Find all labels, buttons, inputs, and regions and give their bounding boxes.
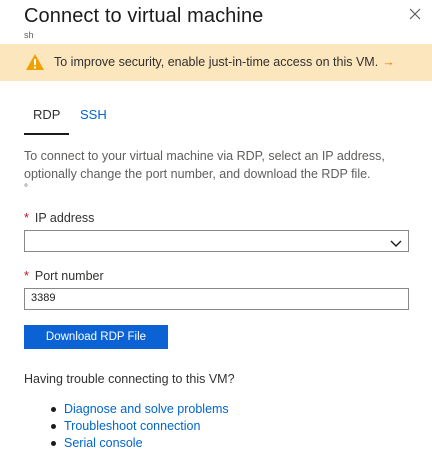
required-marker: * [24,269,29,283]
port-number-label: * Port number [24,269,104,283]
page-title: Connect to virtual machine [24,5,264,27]
banner-message: To improve security, enable just-in-time… [54,55,395,69]
tab-ssh[interactable]: SSH [69,107,107,129]
rdp-description: To connect to your virtual machine via R… [24,149,385,181]
serial-console-link[interactable]: Serial console [64,436,143,450]
tab-rdp[interactable]: RDP [24,107,69,135]
ip-address-select[interactable] [24,230,409,252]
port-number-label-text: Port number [34,269,104,283]
chevron-down-icon [390,236,402,247]
bullet-icon [51,424,56,429]
page-subtitle: sh [24,30,34,40]
warning-icon [25,53,45,71]
trouble-heading: Having trouble connecting to this VM? [24,372,235,386]
arrow-right-icon[interactable]: → [382,55,395,69]
bullet-icon [51,441,56,446]
bullet-icon [51,407,56,412]
download-rdp-button[interactable]: Download RDP File [24,325,168,349]
ip-address-label-text: IP address [34,211,95,225]
close-icon[interactable] [407,6,423,22]
ip-address-label: * IP address [24,211,94,225]
security-banner[interactable]: To improve security, enable just-in-time… [0,44,432,81]
list-item: Serial console [51,435,229,452]
troubleshoot-link[interactable]: Troubleshoot connection [64,419,200,433]
port-number-input[interactable]: 3389 [24,288,409,310]
trouble-links: Diagnose and solve problems Troubleshoot… [51,401,229,452]
list-item: Diagnose and solve problems [51,401,229,418]
list-item: Troubleshoot connection [51,418,229,435]
banner-text: To improve security, enable just-in-time… [54,55,379,69]
diagnose-link[interactable]: Diagnose and solve problems [64,402,229,416]
connection-tabs: RDP SSH [24,107,107,135]
required-marker: * [24,211,29,225]
description-marker: ° [24,183,28,194]
blade-header: Connect to virtual machine sh [0,0,432,44]
